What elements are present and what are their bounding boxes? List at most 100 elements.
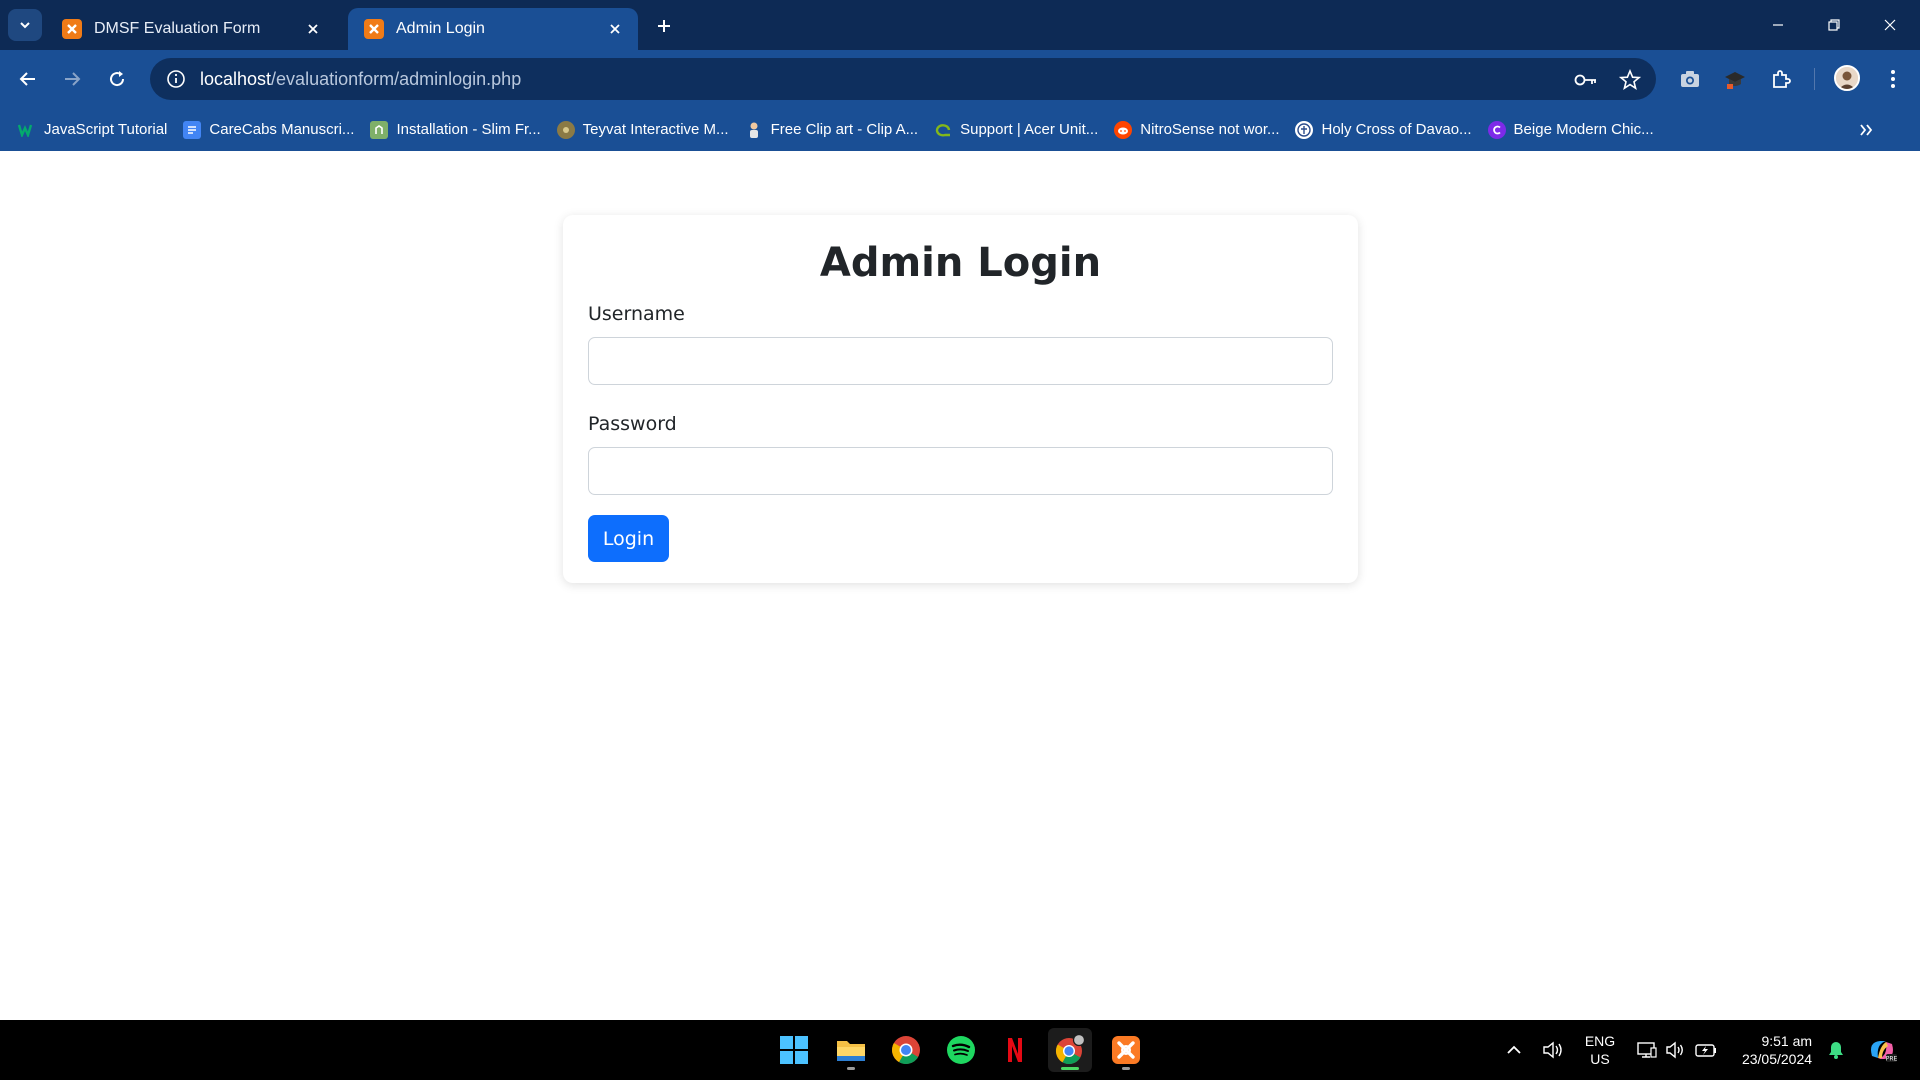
volume-tray-button[interactable]: [1662, 1020, 1688, 1080]
password-label: Password: [588, 413, 677, 435]
battery-tray-button[interactable]: [1692, 1020, 1720, 1080]
url-host: localhost: [200, 68, 272, 89]
password-key-icon[interactable]: [1572, 66, 1600, 94]
spotify-icon: [947, 1036, 975, 1064]
bookmark-holy-cross[interactable]: Holy Cross of Davao...: [1291, 116, 1479, 144]
xampp-icon: [364, 19, 384, 39]
acer-icon: [934, 121, 952, 139]
clock[interactable]: 9:51 am 23/05/2024: [1734, 1020, 1820, 1080]
active-indicator: [1061, 1067, 1079, 1070]
new-tab-button[interactable]: [650, 12, 678, 40]
page-title: Admin Login: [819, 240, 1102, 286]
browser-toolbar: localhost/evaluationform/adminlogin.php: [0, 50, 1920, 108]
toolbar-divider: [1814, 68, 1815, 90]
bookmarks-bar: JavaScript Tutorial CareCabs Manuscri...…: [0, 108, 1920, 151]
running-indicator: [1122, 1067, 1130, 1070]
bookmark-teyvat-map[interactable]: Teyvat Interactive M...: [553, 116, 737, 144]
bookmark-carecabs[interactable]: CareCabs Manuscri...: [179, 116, 362, 144]
clock-time: 9:51 am: [1761, 1033, 1813, 1049]
taskbar-xampp[interactable]: [1104, 1028, 1148, 1072]
more-menu-icon[interactable]: [1878, 64, 1908, 94]
region-text: US: [1590, 1051, 1610, 1067]
start-button[interactable]: [772, 1028, 816, 1072]
site-info-icon[interactable]: [158, 69, 194, 89]
tab-strip: DMSF Evaluation Form Admin Login: [0, 0, 1920, 50]
tray-overflow-button[interactable]: [1500, 1020, 1528, 1080]
bookmark-label: Beige Modern Chic...: [1513, 121, 1654, 138]
minimize-icon: [1773, 24, 1783, 26]
close-icon[interactable]: [302, 18, 324, 40]
camera-extension-icon[interactable]: [1675, 64, 1705, 94]
tab-search-button[interactable]: [8, 9, 42, 41]
bookmark-label: JavaScript Tutorial: [44, 121, 168, 138]
bookmark-acer-support[interactable]: Support | Acer Unit...: [930, 116, 1106, 144]
chrome-profile-icon: [1055, 1034, 1086, 1065]
map-icon: [556, 120, 575, 139]
url-text: localhost/evaluationform/adminlogin.php: [200, 69, 521, 90]
copilot-button[interactable]: PRE: [1862, 1020, 1902, 1080]
arrow-left-icon: [19, 72, 35, 86]
taskbar-chrome-profile[interactable]: [1048, 1028, 1092, 1072]
bookmark-label: Support | Acer Unit...: [960, 121, 1099, 138]
reload-button[interactable]: [101, 63, 133, 95]
chrome-icon: [892, 1036, 920, 1064]
taskbar-chrome[interactable]: [884, 1028, 928, 1072]
running-indicator: [847, 1067, 855, 1070]
bookmark-free-clip-art[interactable]: Free Clip art - Clip A...: [741, 116, 927, 144]
bookmark-beige-modern[interactable]: Beige Modern Chic...: [1484, 116, 1662, 144]
taskbar-spotify[interactable]: [939, 1028, 983, 1072]
bookmark-slim-framework[interactable]: Installation - Slim Fr...: [366, 116, 548, 144]
bookmark-nitrosense[interactable]: NitroSense not wor...: [1110, 116, 1287, 144]
login-card: Admin Login Username Password Login: [563, 215, 1358, 583]
password-input[interactable]: [588, 447, 1333, 495]
network-tray-button[interactable]: [1634, 1020, 1660, 1080]
bookmark-label: Teyvat Interactive M...: [582, 121, 729, 138]
tab-dmsf-evaluation-form[interactable]: DMSF Evaluation Form: [46, 8, 336, 50]
bell-icon: [1829, 1042, 1843, 1059]
address-bar[interactable]: localhost/evaluationform/adminlogin.php: [150, 58, 1656, 100]
battery-charging-icon: [1695, 1044, 1716, 1057]
chevron-down-icon: [20, 22, 30, 29]
double-chevron-right-icon: [1860, 124, 1873, 136]
tab-admin-login[interactable]: Admin Login: [348, 8, 638, 50]
language-indicator[interactable]: ENG US: [1578, 1020, 1622, 1080]
bookmark-label: CareCabs Manuscri...: [209, 121, 355, 138]
slim-icon: [370, 120, 389, 139]
taskbar: ENG US 9:51 am 23/05/2024 PRE: [0, 1020, 1920, 1080]
star-icon[interactable]: [1616, 66, 1644, 94]
bookmark-javascript-tutorial[interactable]: JavaScript Tutorial: [14, 116, 175, 144]
language-text: ENG: [1584, 1033, 1616, 1049]
windows-start-icon: [780, 1036, 808, 1064]
back-button[interactable]: [12, 63, 44, 95]
taskbar-file-explorer[interactable]: [829, 1028, 873, 1072]
bookmark-label: Installation - Slim Fr...: [396, 121, 541, 138]
volume-icon: [1666, 1041, 1683, 1059]
taskbar-netflix[interactable]: [993, 1028, 1037, 1072]
browser-window: DMSF Evaluation Form Admin Login localho…: [0, 0, 1920, 1020]
restore-button[interactable]: [1814, 10, 1854, 40]
bookmark-label: Free Clip art - Clip A...: [770, 121, 919, 138]
login-button[interactable]: Login: [588, 515, 669, 562]
forward-button[interactable]: [56, 63, 88, 95]
bookmarks-overflow-button[interactable]: [1852, 116, 1880, 144]
restore-icon: [1828, 19, 1840, 31]
profile-avatar[interactable]: [1834, 65, 1860, 91]
clock-date: 23/05/2024: [1741, 1051, 1813, 1067]
canva-icon: [1487, 120, 1506, 139]
w3schools-icon: [18, 121, 36, 139]
speaker-tray-button[interactable]: [1536, 1020, 1570, 1080]
chevron-up-icon: [1507, 1045, 1521, 1054]
xampp-icon: [1112, 1036, 1140, 1064]
extensions-puzzle-icon[interactable]: [1766, 64, 1796, 94]
clipart-icon: [745, 121, 763, 139]
close-window-button[interactable]: [1870, 10, 1910, 40]
notifications-button[interactable]: [1822, 1020, 1850, 1080]
school-icon: [1295, 120, 1314, 139]
username-input[interactable]: [588, 337, 1333, 385]
speaker-icon: [1543, 1041, 1562, 1059]
close-icon[interactable]: [604, 18, 626, 40]
minimize-button[interactable]: [1758, 10, 1798, 40]
docs-icon: [183, 120, 202, 139]
plus-icon: [658, 20, 670, 32]
graduation-cap-extension-icon[interactable]: [1720, 64, 1750, 94]
